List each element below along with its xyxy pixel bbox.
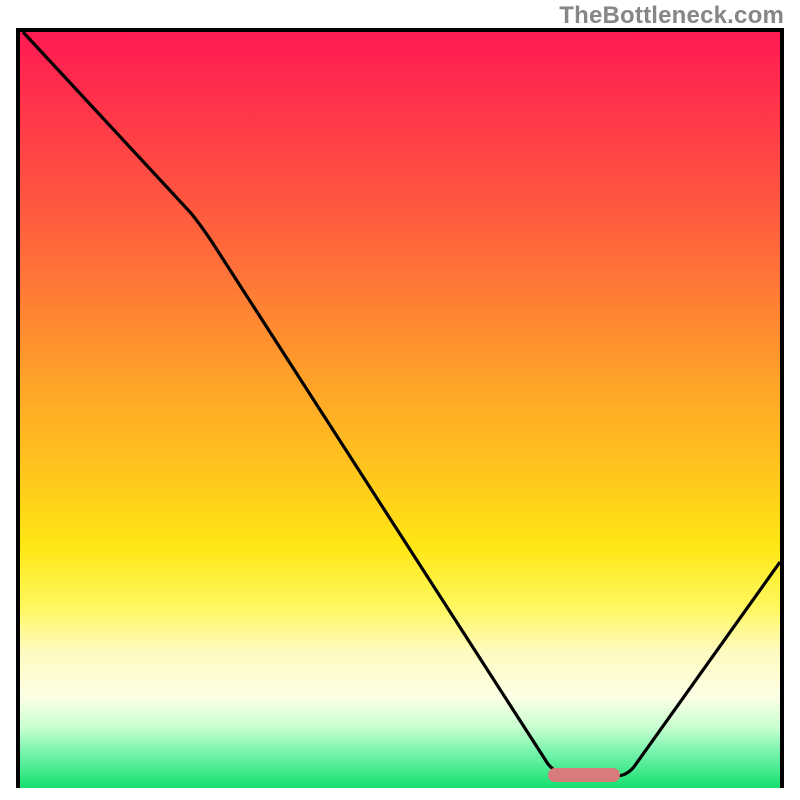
optimal-marker (548, 768, 620, 782)
curve-path (23, 32, 780, 776)
watermark-text: TheBottleneck.com (559, 2, 784, 30)
plot-area (16, 28, 784, 788)
bottleneck-curve (20, 32, 780, 788)
chart-canvas: TheBottleneck.com (0, 0, 800, 800)
